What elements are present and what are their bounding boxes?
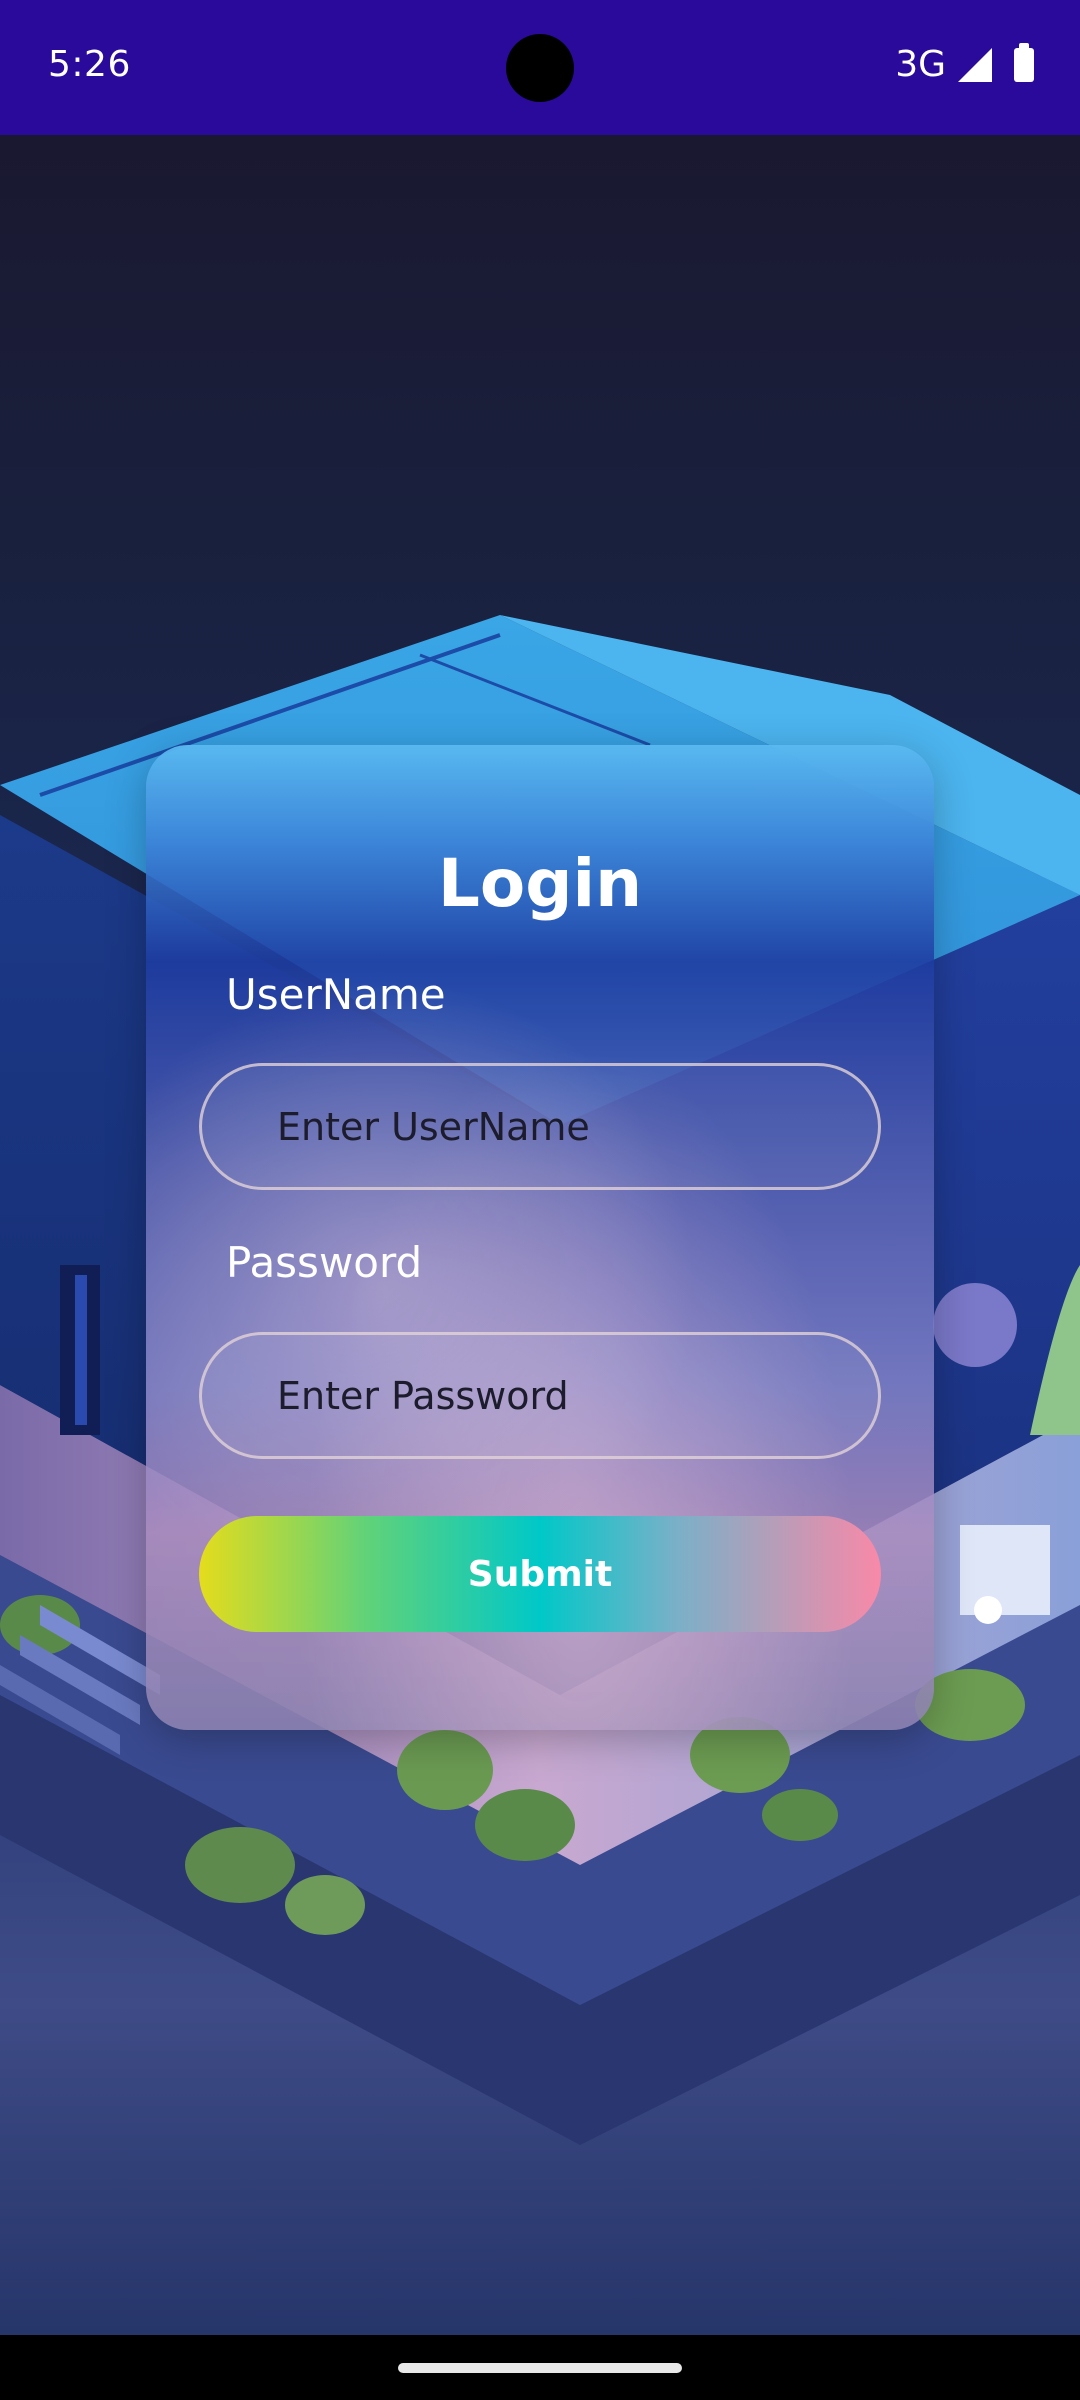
status-time: 5:26: [48, 44, 131, 85]
battery-icon: [1014, 42, 1034, 82]
status-bar: 5:26 3G: [0, 0, 1080, 135]
username-input[interactable]: [199, 1063, 881, 1190]
submit-button[interactable]: Submit: [199, 1516, 881, 1632]
camera-cutout: [506, 34, 574, 102]
network-type: 3G: [895, 44, 946, 85]
status-icons: 3G: [895, 42, 1034, 85]
login-screen: 5:26 3G Login UserName Enter UserName Pa…: [0, 0, 1080, 2400]
signal-icon: [958, 47, 992, 82]
login-card: Login UserName Password Submit: [146, 745, 934, 1730]
password-label: Password: [226, 1238, 423, 1287]
login-title: Login: [437, 845, 643, 922]
navigation-bar: [0, 2335, 1080, 2400]
password-input[interactable]: [199, 1332, 881, 1459]
username-label: UserName: [226, 970, 446, 1019]
home-indicator[interactable]: [398, 2363, 682, 2373]
